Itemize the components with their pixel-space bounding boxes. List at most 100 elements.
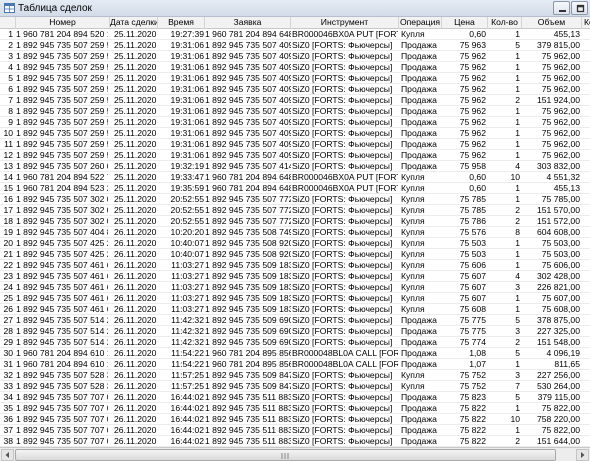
cell-volume: 151 570,00 [536,205,580,215]
table-row[interactable]: 21 892 945 735 507 259 537 25.11.2020 19:3… [0,40,590,51]
row-index: 5 [8,73,13,83]
cell-instrument: BR000048BL0A CALL [FORTS: Опц [292,348,398,358]
window-titlebar[interactable]: Таблица сделок [0,0,590,17]
table-row[interactable]: 91 892 945 735 507 259 568 25.11.2020 19:3… [0,117,590,128]
table-row[interactable]: 331 892 945 735 507 528 332 26.11.2020 11:… [0,381,590,392]
cell-time: 19:35:59 [170,183,204,193]
table-row[interactable]: 341 892 945 735 507 707 021 26.11.2020 16:… [0,392,590,403]
table-row[interactable]: 241 892 945 735 507 461 608 26.11.2020 11:… [0,282,590,293]
table-row[interactable]: 141 960 781 204 894 522 720 25.11.2020 19:… [0,172,590,183]
cell-date: 26.11.2020 [114,227,157,237]
cell-instrument: SiZ0 [FORTS: Фьючерсы] [292,414,393,424]
close-button[interactable] [571,1,588,15]
table-row[interactable]: 271 892 945 735 507 514 236 26.11.2020 11:… [0,315,590,326]
column-header-number[interactable]: Номер [16,17,110,29]
table-row[interactable]: 251 892 945 735 507 461 609 26.11.2020 11:… [0,293,590,304]
cell-quantity: 1 [515,117,520,127]
table-row[interactable]: 221 892 945 735 507 461 606 26.11.2020 11:… [0,260,590,271]
cell-operation: Продажа [401,337,437,347]
table-row[interactable]: 31 892 945 735 507 259 538 25.11.2020 19:3… [0,51,590,62]
cell-volume: 75 822,00 [541,403,580,413]
cell-price: 75 823 [459,392,486,402]
column-header-time[interactable]: Время [158,17,205,29]
cell-order: 1 892 945 735 508 920 314 [205,249,291,259]
column-header-price[interactable]: Цена [442,17,488,29]
table-row[interactable]: 261 892 945 735 507 461 610 26.11.2020 11:… [0,304,590,315]
table-row[interactable]: 351 892 945 735 507 707 022 26.11.2020 16:… [0,403,590,414]
cell-order: 1 892 945 735 509 183 033 [205,293,291,303]
table-row[interactable]: 121 892 945 735 507 259 583 25.11.2020 19:… [0,150,590,161]
cell-price: 75 962 [459,106,486,116]
cell-price: 1,07 [469,359,486,369]
table-row[interactable]: 131 892 945 735 507 260 063 25.11.2020 19:… [0,161,590,172]
cell-price: 75 607 [459,271,486,281]
cell-price: 75 606 [459,260,486,270]
cell-order: 1 892 945 735 509 690 213 [205,326,291,336]
cell-time: 19:31:06 [170,117,204,127]
table-row[interactable]: 181 892 945 735 507 302 091 25.11.2020 20:… [0,216,590,227]
table-row[interactable]: 101 892 945 735 507 259 573 25.11.2020 19:… [0,128,590,139]
scroll-left-button[interactable] [1,449,14,461]
table-row[interactable]: 201 892 945 735 507 425 262 26.11.2020 10:… [0,238,590,249]
cell-operation: Купля [401,282,425,292]
table-row[interactable]: 321 892 945 735 507 528 331 26.11.2020 11:… [0,370,590,381]
cell-quantity: 5 [515,315,520,325]
cell-time: 16:44:02 [170,425,204,435]
table-row[interactable]: 381 892 945 735 507 707 025 26.11.2020 16:… [0,436,590,447]
table-row[interactable]: 291 892 945 735 507 514 238 26.11.2020 11:… [0,337,590,348]
row-index: 27 [3,315,13,325]
cell-operation: Продажа [401,62,437,72]
column-header-order[interactable]: Заявка [205,17,291,29]
cell-price: 75 822 [459,436,486,446]
cell-order: 1 960 781 204 894 648 587 [205,183,291,193]
scrollbar-thumb[interactable] [15,449,556,461]
cell-price: 75 962 [459,150,486,160]
column-header-date[interactable]: Дата сделки [110,17,158,29]
column-header-volume[interactable]: Объем [522,17,582,29]
cell-order: 1 892 945 735 508 749 825 [205,227,291,237]
table-row[interactable]: 61 892 945 735 507 259 553 25.11.2020 19:3… [0,84,590,95]
horizontal-scrollbar[interactable] [0,447,590,461]
table-row[interactable]: 171 892 945 735 507 302 090 25.11.2020 20:… [0,205,590,216]
column-header-operation[interactable]: Операция [399,17,442,29]
cell-order: 1 892 945 735 507 772 299 [205,216,291,226]
scroll-right-button[interactable] [576,449,589,461]
cell-instrument: SiZ0 [FORTS: Фьючерсы] [292,128,393,138]
column-header-quantity[interactable]: Кол-во [488,17,522,29]
table-row[interactable]: 11 960 781 204 894 520 13525.11.202019:2… [0,29,590,40]
cell-time: 11:57:25 [171,370,204,380]
column-header-instrument[interactable]: Инструмент [291,17,399,29]
table-row[interactable]: 281 892 945 735 507 514 237 26.11.2020 11:… [0,326,590,337]
cell-volume: 75 962,00 [541,128,580,138]
cell-number: 1 892 945 735 507 259 543 [16,62,108,72]
table-row[interactable]: 301 960 781 204 894 610 107 26.11.2020 11:… [0,348,590,359]
table-row[interactable]: 311 960 781 204 894 610 108 26.11.2020 11:… [0,359,590,370]
table-row[interactable]: 191 892 945 735 507 404 879 26.11.2020 10:… [0,227,590,238]
table-row[interactable]: 231 892 945 735 507 461 607 26.11.2020 11:… [0,271,590,282]
cell-instrument: SiZ0 [FORTS: Фьючерсы] [292,260,393,270]
table-row[interactable]: 111 892 945 735 507 259 578 25.11.2020 19:… [0,139,590,150]
deals-table[interactable]: Номер Дата сделки Время Заявка Инструмен… [0,17,590,447]
cell-price: 75 962 [459,139,486,149]
table-row[interactable]: 211 892 945 735 507 425 263 26.11.2020 10:… [0,249,590,260]
cell-volume: 75 962,00 [541,62,580,72]
cell-price: 75 962 [459,73,486,83]
cell-number: 1 892 945 735 507 260 063 [16,161,108,171]
column-header-commission[interactable]: Ко [582,17,590,29]
minimize-button[interactable] [553,1,570,15]
table-row[interactable]: 161 892 945 735 507 302 089 25.11.2020 20:… [0,194,590,205]
table-row[interactable]: 71 892 945 735 507 259 558 25.11.2020 19:3… [0,95,590,106]
cell-instrument: SiZ0 [FORTS: Фьючерсы] [292,425,393,435]
cell-order: 1 892 945 735 507 772 299 [205,194,291,204]
table-icon [4,3,15,13]
table-row[interactable]: 151 960 781 204 894 523 224 25.11.2020 19:… [0,183,590,194]
cell-date: 25.11.2020 [114,172,157,182]
cell-number: 1 892 945 735 507 259 578 [16,139,108,149]
table-row[interactable]: 51 892 945 735 507 259 548 25.11.2020 19:3… [0,73,590,84]
cell-date: 26.11.2020 [114,315,157,325]
table-row[interactable]: 361 892 945 735 507 707 023 26.11.2020 16:… [0,414,590,425]
table-row[interactable]: 41 892 945 735 507 259 543 25.11.2020 19:3… [0,62,590,73]
table-row[interactable]: 81 892 945 735 507 259 563 25.11.2020 19:3… [0,106,590,117]
table-row[interactable]: 371 892 945 735 507 707 024 26.11.2020 16:… [0,425,590,436]
cell-quantity: 2 [515,216,520,226]
